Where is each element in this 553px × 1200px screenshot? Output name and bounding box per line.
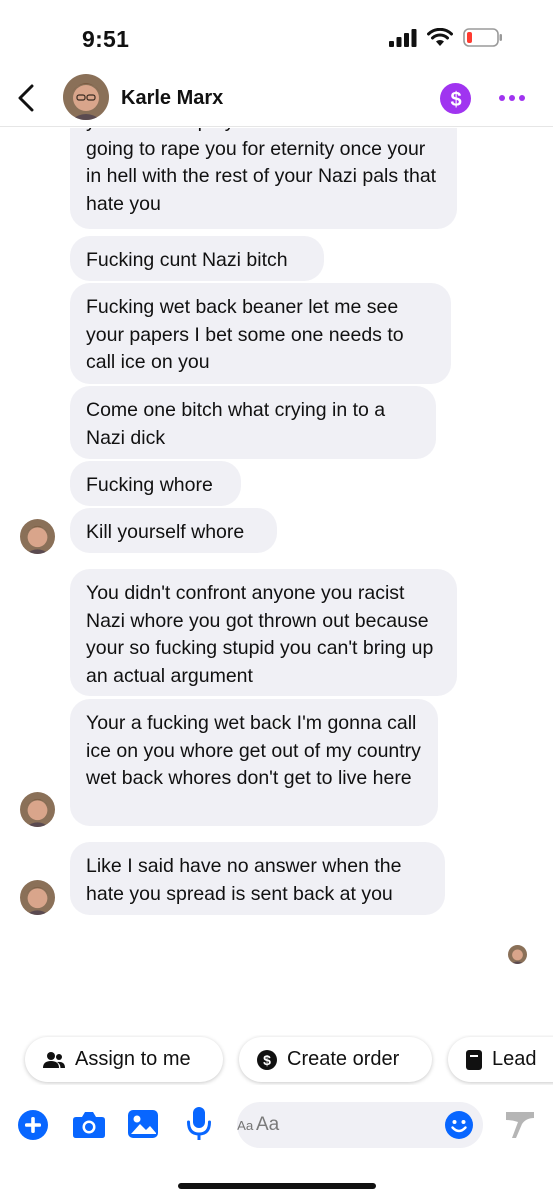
notebook-icon xyxy=(466,1049,482,1070)
assign-to-me-button[interactable]: Assign to me xyxy=(25,1037,223,1082)
conversation-header: Karle Marx $ xyxy=(0,70,553,127)
message-bubble[interactable]: You didn't confront anyone you racist Na… xyxy=(70,569,457,696)
payment-button[interactable]: $ xyxy=(440,83,471,114)
lead-button[interactable]: Lead xyxy=(448,1037,553,1082)
sender-avatar[interactable] xyxy=(20,519,55,554)
contact-name[interactable]: Karle Marx xyxy=(121,87,223,110)
message-bubble[interactable]: your self I hope you like it cause Satan… xyxy=(70,128,457,229)
message-composer: Aa xyxy=(0,1100,553,1152)
message-bubble[interactable]: Fucking wet back beaner let me see your … xyxy=(70,283,451,384)
cellular-signal-icon xyxy=(389,28,417,47)
message-bubble[interactable]: Fucking whore xyxy=(70,461,241,506)
sender-avatar[interactable] xyxy=(20,792,55,827)
status-time: 9:51 xyxy=(82,26,130,52)
message-bubble[interactable]: Fucking cunt Nazi bitch xyxy=(70,236,324,281)
create-order-button[interactable]: $ Create order xyxy=(239,1037,432,1082)
more-options-button[interactable] xyxy=(497,88,527,108)
microphone-icon xyxy=(187,1107,211,1140)
plus-circle-icon xyxy=(17,1109,48,1140)
lead-label: Lead xyxy=(492,1048,537,1070)
message-bubble[interactable]: Your a fucking wet back I'm gonna call i… xyxy=(70,699,438,826)
home-indicator xyxy=(178,1183,376,1189)
message-bubble[interactable]: Kill yourself whore xyxy=(70,508,277,553)
sticker-icon xyxy=(506,1112,534,1138)
camera-icon xyxy=(73,1112,105,1138)
assign-to-me-label: Assign to me xyxy=(75,1048,191,1070)
message-bubble[interactable]: Like I said have no answer when the hate… xyxy=(70,842,445,915)
gallery-button[interactable] xyxy=(127,1108,159,1140)
back-button[interactable] xyxy=(12,80,40,116)
send-sticker-button[interactable] xyxy=(503,1109,537,1141)
message-bubble[interactable]: Come one bitch what crying in to a Nazi … xyxy=(70,386,436,459)
voice-button[interactable] xyxy=(185,1106,213,1142)
battery-low-icon xyxy=(463,28,502,47)
status-icons xyxy=(389,28,503,47)
image-icon xyxy=(128,1110,158,1138)
message-input-placeholder: Aa xyxy=(256,1114,280,1135)
dollar-circle-icon: $ xyxy=(257,1049,277,1070)
create-order-label: Create order xyxy=(287,1048,400,1070)
emoji-icon xyxy=(445,1111,473,1139)
chevron-left-icon xyxy=(18,84,34,112)
wifi-icon xyxy=(427,28,453,46)
quick-actions-bar: Assign to me $ Create order Lead xyxy=(0,1035,553,1085)
camera-button[interactable] xyxy=(72,1109,106,1140)
svg-text:$: $ xyxy=(263,1052,271,1068)
read-receipt-avatar xyxy=(508,945,527,964)
more-dots-icon xyxy=(499,95,525,101)
add-button[interactable] xyxy=(17,1109,48,1140)
contact-avatar[interactable] xyxy=(63,74,109,120)
svg-text:$: $ xyxy=(450,89,461,110)
people-icon xyxy=(43,1051,65,1068)
emoji-button[interactable] xyxy=(444,1110,474,1140)
dollar-icon: $ xyxy=(450,89,461,110)
message-list[interactable]: your self I hope you like it cause Satan… xyxy=(0,128,553,1033)
status-bar: 9:51 xyxy=(0,0,553,70)
sender-avatar[interactable] xyxy=(20,880,55,915)
